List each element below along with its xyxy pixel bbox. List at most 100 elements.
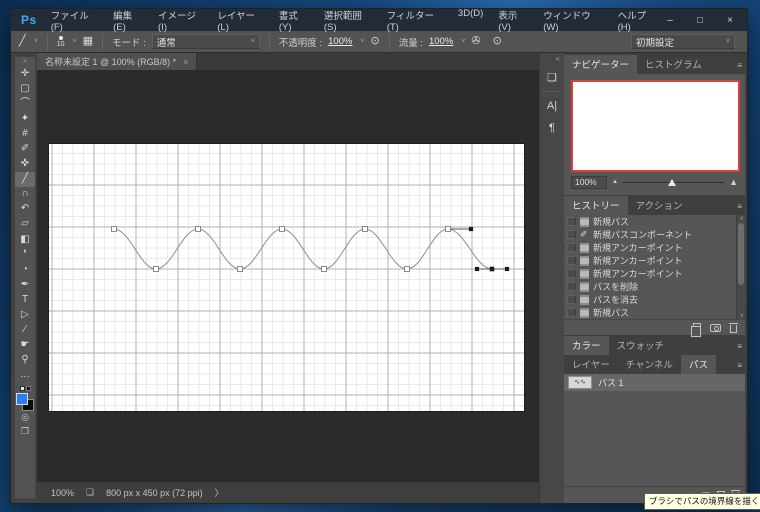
flow-caret-icon[interactable]: ˅	[461, 38, 465, 45]
lasso-tool-button[interactable]: ⌒	[15, 96, 35, 111]
history-item-3[interactable]: 新規アンカーポイント	[564, 254, 745, 267]
toggle-brush-panel-icon[interactable]: ▦	[83, 36, 93, 47]
tab-close-icon[interactable]: ×	[183, 57, 188, 67]
history-source-toggle[interactable]	[567, 282, 576, 291]
layers-tab-1[interactable]: チャンネル	[618, 355, 681, 374]
flow-value[interactable]: 100%	[429, 36, 453, 47]
maximize-button[interactable]: □	[687, 11, 713, 29]
brush-preset-picker[interactable]: 10	[57, 36, 65, 48]
document-tab[interactable]: 名称未設定 1 @ 100% (RGB/8) * ×	[37, 53, 197, 70]
tool-preset-caret-icon[interactable]: ˅	[34, 38, 38, 45]
expand-panels-icon[interactable]: «	[556, 53, 564, 65]
menubar-item-3[interactable]: レイヤー(L)	[217, 8, 264, 33]
history-source-toggle[interactable]	[567, 256, 576, 265]
hand-tool-button[interactable]: ☛	[15, 338, 35, 353]
zoom-in-icon[interactable]: ▲	[729, 177, 738, 187]
line-tool-button[interactable]: ∕	[15, 323, 35, 338]
history-item-5[interactable]: パスを削除	[564, 280, 745, 293]
history-source-toggle[interactable]	[567, 217, 576, 226]
character-panel-icon[interactable]: A|	[542, 96, 563, 116]
menubar-item-4[interactable]: 書式(Y)	[279, 8, 309, 33]
healing-brush-tool-button[interactable]: ✜	[15, 157, 35, 172]
blur-tool-button[interactable]: ❜	[15, 247, 35, 262]
history-item-6[interactable]: パスを消去	[564, 293, 745, 306]
color-tab-0[interactable]: カラー	[564, 336, 609, 355]
status-chevron-icon[interactable]: 〉	[215, 486, 224, 499]
eraser-tool-button[interactable]: ▱	[15, 217, 35, 232]
history-tab-1[interactable]: アクション	[628, 196, 691, 215]
opacity-pressure-icon[interactable]: ⊙	[370, 36, 379, 47]
history-item-4[interactable]: 新規アンカーポイント	[564, 267, 745, 280]
history-item-7[interactable]: 新規パス	[564, 306, 745, 319]
path-list-item[interactable]: ∿∿ パス 1	[564, 374, 745, 391]
navigator-panel-menu-icon[interactable]: ≡	[737, 61, 741, 70]
type-tool-button[interactable]: T	[15, 292, 35, 307]
new-snapshot-icon[interactable]	[710, 324, 721, 332]
clone-source-panel-icon[interactable]: ❏	[542, 67, 563, 87]
toolbar-options-button[interactable]: …	[15, 368, 35, 383]
menubar-item-1[interactable]: 編集(E)	[113, 8, 143, 33]
export-icon[interactable]: ❏	[86, 487, 94, 498]
toolbox-collapse-icon[interactable]: »	[23, 57, 27, 66]
color-tab-1[interactable]: スウォッチ	[609, 336, 673, 355]
path-name[interactable]: パス 1	[598, 376, 624, 389]
zoom-level[interactable]: 100%	[51, 488, 74, 498]
canvas[interactable]	[49, 144, 524, 411]
layers-tab-2[interactable]: パス	[681, 355, 716, 374]
opacity-value[interactable]: 100%	[328, 36, 352, 47]
color-panel-menu-icon[interactable]: ≡	[737, 342, 741, 351]
history-item-1[interactable]: ✐新規パスコンポーネント	[564, 228, 745, 241]
navigator-zoom-slider[interactable]	[623, 176, 724, 188]
menubar-item-0[interactable]: ファイル(F)	[51, 8, 98, 33]
slider-thumb[interactable]	[668, 179, 676, 186]
brush-picker-caret-icon[interactable]: ˅	[73, 38, 77, 45]
history-source-toggle[interactable]	[567, 269, 576, 278]
minimize-button[interactable]: –	[657, 11, 683, 29]
eyedropper-tool-button[interactable]: ✐	[15, 141, 35, 156]
menubar-item-2[interactable]: イメージ(I)	[158, 8, 202, 33]
history-tab-0[interactable]: ヒストリー	[564, 196, 628, 215]
zoom-tool-button[interactable]: ⚲	[15, 353, 35, 368]
menubar-item-5[interactable]: 選択範囲(S)	[324, 8, 372, 33]
menubar-item-8[interactable]: 表示(V)	[498, 8, 528, 33]
scrollbar-thumb[interactable]	[738, 223, 744, 285]
history-source-toggle[interactable]	[567, 295, 576, 304]
menubar-item-10[interactable]: ヘルプ(H)	[618, 8, 657, 33]
clone-stamp-tool-button[interactable]: ∩	[15, 187, 35, 202]
move-tool-button[interactable]: ✛	[15, 66, 35, 81]
screen-mode-icon[interactable]: ❐	[15, 425, 35, 439]
new-document-from-state-icon[interactable]	[693, 323, 701, 332]
paragraph-panel-icon[interactable]: ¶	[542, 118, 563, 138]
pen-tool-button[interactable]: ✒	[15, 277, 35, 292]
brush-tool-button[interactable]: ╱	[15, 172, 35, 187]
close-button[interactable]: ×	[717, 11, 743, 29]
zoom-out-icon[interactable]: ▲	[612, 179, 618, 185]
blend-mode-select[interactable]: 通常 ˅	[152, 34, 260, 49]
history-brush-tool-button[interactable]: ↶	[15, 202, 35, 217]
layers-tab-0[interactable]: レイヤー	[564, 355, 618, 374]
tool-preset-icon[interactable]: ╱	[19, 36, 26, 47]
gradient-tool-button[interactable]: ◧	[15, 232, 35, 247]
scroll-up-icon[interactable]: ∧	[740, 215, 744, 222]
foreground-color-swatch[interactable]	[16, 393, 28, 405]
history-source-toggle[interactable]	[567, 308, 576, 317]
history-item-2[interactable]: 新規アンカーポイント	[564, 241, 745, 254]
path-selection-tool-button[interactable]: ▷	[15, 308, 35, 323]
layers-panel-menu-icon[interactable]: ≡	[737, 361, 741, 370]
size-pressure-icon[interactable]: ⊙	[493, 36, 502, 47]
navigator-zoom-input[interactable]: 100%	[571, 176, 607, 189]
navigator-tab-0[interactable]: ナビゲーター	[564, 55, 637, 74]
quick-mask-icon[interactable]: ◎	[15, 411, 35, 425]
menubar-item-6[interactable]: フィルター(T)	[387, 8, 443, 33]
scroll-down-icon[interactable]: ∨	[740, 312, 744, 319]
menubar-item-9[interactable]: ウィンドウ(W)	[543, 8, 602, 33]
crop-tool-button[interactable]: #	[15, 126, 35, 141]
navigator-tab-1[interactable]: ヒストグラム	[637, 55, 710, 74]
delete-state-icon[interactable]	[730, 325, 737, 333]
marquee-tool-button[interactable]: ▢	[15, 81, 35, 96]
default-colors-icon[interactable]	[20, 386, 31, 391]
history-panel-menu-icon[interactable]: ≡	[737, 202, 741, 211]
workspace-select[interactable]: 初期設定 ˅	[631, 34, 735, 49]
menubar-item-7[interactable]: 3D(D)	[458, 8, 483, 33]
history-source-toggle[interactable]	[567, 230, 576, 239]
